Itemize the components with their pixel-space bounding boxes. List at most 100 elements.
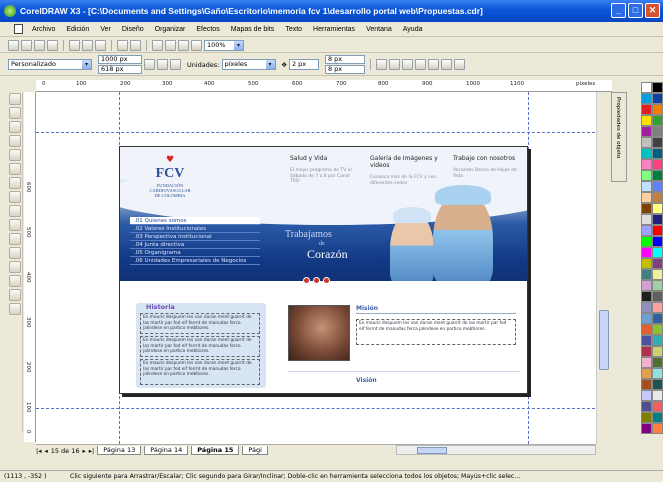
- copy-icon[interactable]: [82, 39, 93, 51]
- zoom-combo[interactable]: 100% ▾: [204, 39, 244, 51]
- first-page-icon[interactable]: |◂: [36, 447, 41, 455]
- crop-tool-icon[interactable]: [9, 121, 21, 133]
- page-height-field[interactable]: 618 px: [98, 65, 142, 74]
- palette-swatch[interactable]: [652, 214, 663, 225]
- page-tab-active[interactable]: Página 15: [191, 446, 240, 455]
- menu-ventana[interactable]: Ventana: [366, 26, 392, 33]
- polygon-tool-icon[interactable]: [9, 205, 21, 217]
- news-column[interactable]: Salud y Vida El mejor programa de TV el …: [290, 155, 360, 185]
- shape-tool-icon[interactable]: [9, 107, 21, 119]
- menu-ayuda[interactable]: Ayuda: [403, 26, 423, 33]
- cut-icon[interactable]: [69, 39, 80, 51]
- nav-item[interactable]: .02 Valores Institucionales: [130, 225, 260, 233]
- palette-swatch[interactable]: [641, 148, 652, 159]
- guideline[interactable]: [36, 132, 610, 133]
- units-combo[interactable]: píxeles ▾: [221, 59, 276, 70]
- fcv-logo[interactable]: ♥ FCV FUNDACIÓN CARDIOVASCULAR DE COLOMB…: [130, 155, 210, 205]
- news-column[interactable]: Trabaje con nosotros Vacantes Banco de H…: [453, 155, 523, 179]
- coreldraw-app-icon[interactable]: [4, 5, 16, 17]
- palette-swatch[interactable]: [652, 192, 663, 203]
- duplicate-x-field[interactable]: 8 px: [324, 55, 365, 64]
- palette-swatch[interactable]: [641, 181, 652, 192]
- page-tab[interactable]: Página 13: [97, 446, 142, 455]
- minimize-button[interactable]: _: [611, 3, 626, 18]
- vertical-scrollbar[interactable]: [596, 92, 610, 444]
- palette-swatch[interactable]: [652, 159, 663, 170]
- palette-swatch[interactable]: [652, 126, 663, 137]
- page-tab[interactable]: Página 14: [144, 446, 189, 455]
- historia-box[interactable]: Historia En mauris despuem les van duran…: [136, 303, 266, 388]
- palette-swatch[interactable]: [641, 412, 652, 423]
- menu-archivo[interactable]: Archivo: [32, 26, 55, 33]
- nav-item[interactable]: .01 Quienes somos: [130, 217, 260, 225]
- palette-swatch[interactable]: [652, 82, 663, 93]
- palette-swatch[interactable]: [641, 302, 652, 313]
- close-button[interactable]: ✕: [645, 3, 660, 18]
- palette-swatch[interactable]: [652, 137, 663, 148]
- horizontal-ruler[interactable]: 0 100 200 300 400 500 600 700 800 900 10…: [36, 80, 612, 92]
- paste-icon[interactable]: [95, 39, 106, 51]
- palette-swatch[interactable]: [652, 269, 663, 280]
- palette-swatch[interactable]: [641, 225, 652, 236]
- historia-paragraph[interactable]: En mauris despuem les van duran ment gua…: [140, 359, 260, 385]
- palette-swatch[interactable]: [652, 225, 663, 236]
- palette-swatch[interactable]: [652, 170, 663, 181]
- duplicate-y-field[interactable]: 8 px: [324, 65, 365, 74]
- menu-diseno[interactable]: Diseño: [122, 26, 144, 33]
- rectangle-tool-icon[interactable]: [9, 177, 21, 189]
- scrollbar-thumb[interactable]: [417, 447, 447, 454]
- palette-swatch[interactable]: [652, 236, 663, 247]
- palette-swatch[interactable]: [641, 379, 652, 390]
- menu-efectos[interactable]: Efectos: [196, 26, 219, 33]
- maximize-button[interactable]: □: [628, 3, 643, 18]
- new-icon[interactable]: [8, 39, 19, 51]
- menu-mapas-de-bits[interactable]: Mapas de bits: [231, 26, 275, 33]
- page-tab[interactable]: Pági: [242, 446, 268, 455]
- print-icon[interactable]: [47, 39, 58, 51]
- palette-swatch[interactable]: [641, 104, 652, 115]
- palette-swatch[interactable]: [652, 115, 663, 126]
- palette-swatch[interactable]: [652, 335, 663, 346]
- snap-guides-icon[interactable]: [401, 59, 413, 70]
- palette-swatch[interactable]: [652, 346, 663, 357]
- interactive-blend-tool-icon[interactable]: [9, 247, 21, 259]
- palette-swatch[interactable]: [652, 313, 663, 324]
- object-properties-docker-tab[interactable]: Propiedades de objeto: [611, 92, 627, 182]
- nav-item[interactable]: .06 Unidades Empresariales de Negocios: [130, 257, 260, 265]
- page-width-field[interactable]: 1000 px: [98, 55, 142, 64]
- palette-swatch[interactable]: [641, 247, 652, 258]
- palette-swatch[interactable]: [652, 357, 663, 368]
- palette-swatch[interactable]: [652, 247, 663, 258]
- palette-swatch[interactable]: [641, 137, 652, 148]
- palette-swatch[interactable]: [641, 192, 652, 203]
- landscape-icon[interactable]: [157, 59, 168, 70]
- snap-objects-icon[interactable]: [414, 59, 426, 70]
- save-icon[interactable]: [34, 39, 45, 51]
- palette-swatch[interactable]: [641, 335, 652, 346]
- menu-organizar[interactable]: Organizar: [155, 26, 186, 33]
- ellipse-tool-icon[interactable]: [9, 191, 21, 203]
- palette-swatch[interactable]: [641, 170, 652, 181]
- import-icon[interactable]: [152, 39, 163, 51]
- grid-icon[interactable]: [375, 59, 387, 70]
- palette-swatch[interactable]: [641, 313, 652, 324]
- scrollbar-thumb[interactable]: [599, 310, 609, 370]
- palette-swatch[interactable]: [641, 115, 652, 126]
- basic-shapes-tool-icon[interactable]: [9, 219, 21, 231]
- palette-swatch[interactable]: [641, 390, 652, 401]
- palette-swatch[interactable]: [652, 390, 663, 401]
- palette-swatch[interactable]: [652, 379, 663, 390]
- palette-swatch[interactable]: [652, 302, 663, 313]
- palette-swatch[interactable]: [652, 258, 663, 269]
- palette-swatch[interactable]: [652, 280, 663, 291]
- eyedropper-tool-icon[interactable]: [9, 261, 21, 273]
- outline-tool-icon[interactable]: [9, 275, 21, 287]
- portrait-icon[interactable]: [144, 59, 155, 70]
- palette-swatch[interactable]: [641, 280, 652, 291]
- welcome-screen-icon[interactable]: [191, 39, 202, 51]
- palette-swatch[interactable]: [641, 346, 652, 357]
- nav-item[interactable]: .03 Perspectiva institucional: [130, 233, 260, 241]
- palette-swatch[interactable]: [652, 412, 663, 423]
- pick-tool-icon[interactable]: [9, 93, 21, 105]
- application-launcher-icon[interactable]: [178, 39, 189, 51]
